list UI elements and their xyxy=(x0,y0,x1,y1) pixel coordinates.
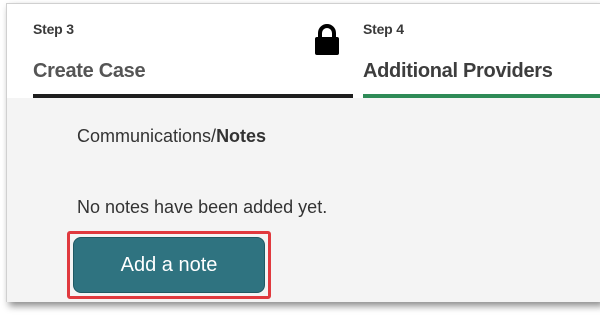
step-3-number: Step 3 xyxy=(33,21,74,37)
empty-notes-message: No notes have been added yet. xyxy=(77,197,328,217)
step-4-title: Additional Providers xyxy=(363,60,553,82)
lock-icon xyxy=(315,24,339,55)
step-4-number: Step 4 xyxy=(363,21,404,37)
step-bar: Step 3 Create Case Step 4 Additional Pro… xyxy=(7,4,600,98)
notes-section: Communications/Notes No notes have been … xyxy=(7,98,600,302)
case-wizard-panel: Step 3 Create Case Step 4 Additional Pro… xyxy=(6,3,600,302)
section-title-strong: Notes xyxy=(216,126,267,146)
step-4-tab[interactable]: Step 4 Additional Providers xyxy=(363,4,600,98)
add-note-button[interactable]: Add a note xyxy=(73,237,265,293)
step-3-title: Create Case xyxy=(33,60,146,82)
section-title-prefix: Communications/ xyxy=(77,126,217,146)
section-title: Communications/Notes xyxy=(77,126,266,147)
step-3-tab[interactable]: Step 3 Create Case xyxy=(33,4,353,98)
